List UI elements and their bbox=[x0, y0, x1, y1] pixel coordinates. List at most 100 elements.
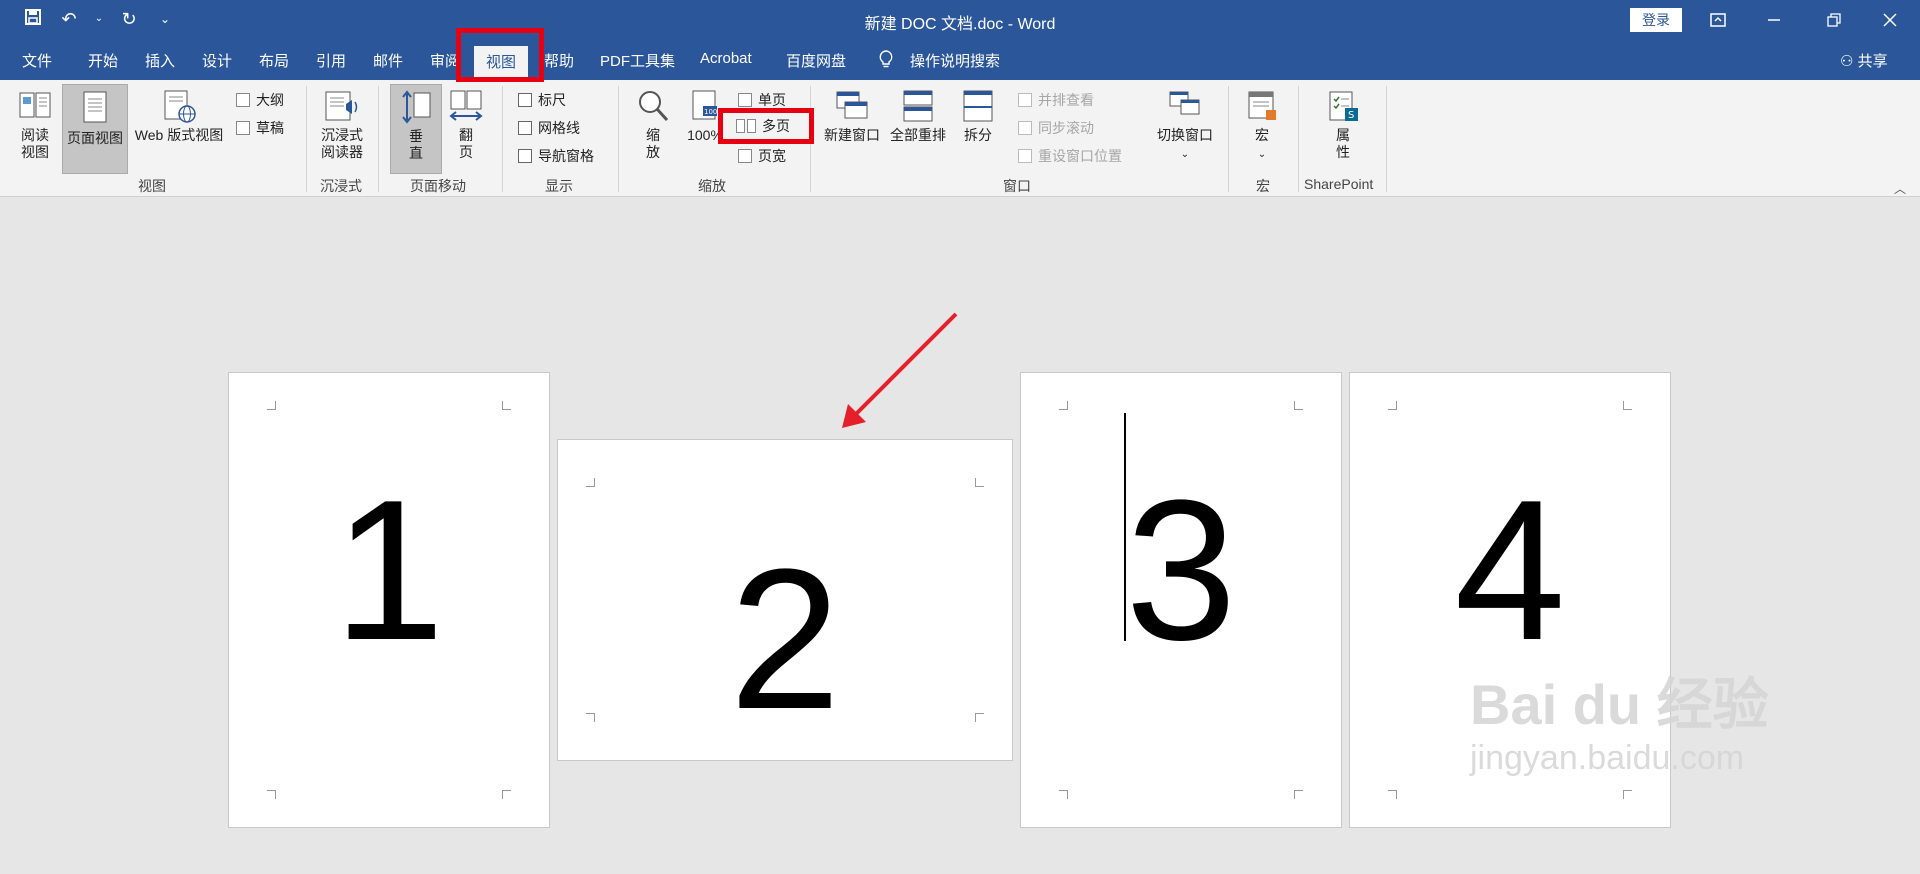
draft-icon bbox=[236, 121, 250, 135]
vertical-label-1: 垂 bbox=[409, 128, 423, 144]
immersive-reader-button[interactable]: 沉浸式 阅读器 bbox=[316, 88, 368, 161]
print-layout-label: 页面视图 bbox=[67, 130, 123, 146]
vertical-button[interactable]: 垂 直 bbox=[390, 84, 442, 174]
page-corner-mark bbox=[267, 790, 276, 799]
side-to-side-button[interactable]: 翻 页 bbox=[444, 88, 488, 161]
tab-layout[interactable]: 布局 bbox=[259, 50, 289, 71]
zoom-button[interactable]: 缩 放 bbox=[630, 88, 676, 161]
tab-view[interactable]: 视图 bbox=[474, 46, 529, 80]
separator bbox=[306, 86, 307, 192]
tab-pdf-tools[interactable]: PDF工具集 bbox=[600, 50, 675, 71]
nav-pane-label: 导航窗格 bbox=[538, 148, 594, 164]
outline-button[interactable]: 大纲 bbox=[236, 90, 284, 110]
switch-windows-button[interactable]: 切换窗口 ⌄ bbox=[1152, 88, 1218, 163]
side-label-2: 页 bbox=[459, 144, 473, 160]
new-window-label: 新建窗口 bbox=[824, 127, 880, 143]
svg-text:100: 100 bbox=[704, 108, 717, 116]
print-layout-button[interactable]: 页面视图 bbox=[62, 84, 128, 174]
sync-scroll-label: 同步滚动 bbox=[1038, 120, 1094, 136]
split-button[interactable]: 拆分 bbox=[956, 88, 1000, 144]
properties-button[interactable]: S 属 性 bbox=[1320, 88, 1366, 161]
page-2[interactable]: 2 bbox=[557, 439, 1013, 761]
new-window-button[interactable]: 新建窗口 bbox=[820, 88, 884, 144]
page-number-text: 3 bbox=[1125, 459, 1237, 682]
ribbon-display-options-icon[interactable] bbox=[1694, 0, 1742, 40]
side-by-side-icon bbox=[1018, 93, 1032, 107]
reset-position-icon bbox=[1018, 149, 1032, 163]
macros-button[interactable]: 宏 ⌄ bbox=[1240, 88, 1284, 163]
watermark-url: jingyan.baidu.com bbox=[1470, 739, 1745, 777]
page-width-icon bbox=[738, 149, 752, 163]
tab-help[interactable]: 帮助 bbox=[544, 50, 574, 71]
svg-text:S: S bbox=[1348, 110, 1354, 121]
tab-insert[interactable]: 插入 bbox=[145, 50, 175, 71]
draft-label: 草稿 bbox=[256, 120, 284, 136]
login-button[interactable]: 登录 bbox=[1630, 8, 1682, 32]
red-arrow-icon bbox=[842, 312, 958, 428]
page-corner-mark bbox=[1388, 790, 1397, 799]
tell-me-search[interactable]: 操作说明搜索 bbox=[910, 50, 1000, 71]
macros-label: 宏 bbox=[1255, 127, 1269, 143]
page-width-label: 页宽 bbox=[758, 148, 786, 164]
separator bbox=[378, 86, 379, 192]
baidu-watermark: Bai du 经验 jingyan.baidu.com bbox=[1470, 660, 1769, 778]
group-label-show: 显示 bbox=[545, 178, 573, 194]
outline-icon bbox=[236, 93, 250, 107]
immersive-label-2: 阅读器 bbox=[321, 144, 363, 160]
web-layout-button[interactable]: Web 版式视图 bbox=[128, 88, 230, 144]
group-label-immersive: 沉浸式 bbox=[320, 178, 362, 194]
switch-windows-label: 切换窗口 bbox=[1157, 127, 1213, 143]
page-width-button[interactable]: 页宽 bbox=[738, 146, 786, 166]
draft-button[interactable]: 草稿 bbox=[236, 118, 284, 138]
share-button[interactable]: ⚇ 共享 bbox=[1840, 50, 1888, 71]
page-number-text: 1 bbox=[333, 459, 445, 682]
properties-label-2: 性 bbox=[1336, 144, 1350, 160]
immersive-label-1: 沉浸式 bbox=[321, 127, 363, 143]
restore-icon[interactable] bbox=[1810, 0, 1858, 40]
group-label-zoom: 缩放 bbox=[698, 178, 726, 194]
person-icon: ⚇ bbox=[1840, 53, 1854, 70]
read-mode-button[interactable]: 阅读 视图 bbox=[10, 88, 60, 161]
zoom-label-1: 缩 bbox=[646, 127, 660, 143]
tab-mailings[interactable]: 邮件 bbox=[373, 50, 403, 71]
checkbox-icon bbox=[518, 93, 532, 107]
page-3[interactable]: 3 bbox=[1020, 372, 1342, 828]
collapse-ribbon-icon[interactable]: ︿ bbox=[1894, 180, 1906, 197]
tab-design[interactable]: 设计 bbox=[202, 50, 232, 71]
tab-references[interactable]: 引用 bbox=[316, 50, 346, 71]
one-page-icon bbox=[738, 93, 752, 107]
minimize-icon[interactable] bbox=[1750, 0, 1798, 40]
tab-file[interactable]: 文件 bbox=[22, 50, 52, 71]
multiple-pages-button[interactable]: 多页 bbox=[736, 116, 790, 136]
tab-baidu-netdisk[interactable]: 百度网盘 bbox=[786, 50, 846, 71]
close-icon[interactable] bbox=[1866, 0, 1914, 40]
tab-home[interactable]: 开始 bbox=[88, 50, 118, 71]
separator bbox=[618, 86, 619, 192]
properties-label-1: 属 bbox=[1336, 127, 1350, 143]
tab-review[interactable]: 审阅 bbox=[430, 50, 460, 71]
group-label-window: 窗口 bbox=[1003, 178, 1031, 194]
web-layout-label: Web 版式视图 bbox=[134, 127, 224, 143]
gridlines-checkbox[interactable]: 网格线 bbox=[518, 118, 580, 138]
page-number-text: 2 bbox=[729, 528, 841, 751]
page-1[interactable]: 1 bbox=[228, 372, 550, 828]
chevron-down-icon: ⌄ bbox=[1180, 149, 1190, 160]
tab-acrobat[interactable]: Acrobat bbox=[700, 50, 752, 67]
separator bbox=[1298, 86, 1299, 192]
split-label: 拆分 bbox=[964, 127, 992, 143]
separator bbox=[502, 86, 503, 192]
ruler-checkbox[interactable]: 标尺 bbox=[518, 90, 566, 110]
sync-scroll-button[interactable]: 同步滚动 bbox=[1018, 118, 1094, 138]
page-corner-mark bbox=[1294, 790, 1303, 799]
arrange-all-button[interactable]: 全部重排 bbox=[886, 88, 950, 144]
side-label-1: 翻 bbox=[459, 127, 473, 143]
one-page-button[interactable]: 单页 bbox=[738, 90, 786, 110]
zoom-100-button[interactable]: 100 100% bbox=[682, 88, 728, 144]
reset-position-label: 重设窗口位置 bbox=[1038, 148, 1122, 164]
nav-pane-checkbox[interactable]: 导航窗格 bbox=[518, 146, 594, 166]
side-by-side-button[interactable]: 并排查看 bbox=[1018, 90, 1094, 110]
reset-window-position-button[interactable]: 重设窗口位置 bbox=[1018, 146, 1122, 166]
ribbon-tabs: 文件 开始 插入 设计 布局 引用 邮件 审阅 视图 帮助 PDF工具集 Acr… bbox=[0, 40, 1920, 80]
arrange-all-label: 全部重排 bbox=[890, 127, 946, 143]
page-corner-mark bbox=[502, 790, 511, 799]
